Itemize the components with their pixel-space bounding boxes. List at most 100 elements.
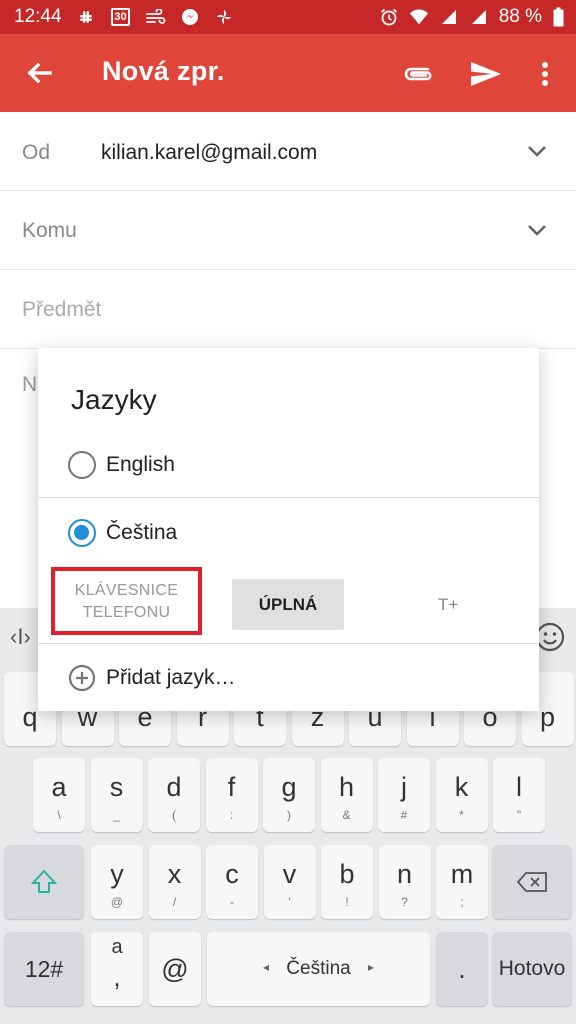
key-x[interactable]: x /	[148, 845, 201, 919]
wind-icon	[145, 7, 166, 27]
send-icon[interactable]	[466, 54, 506, 94]
key-d[interactable]: d(	[148, 758, 200, 832]
add-language-button[interactable]: Přidat jazyk…	[68, 664, 236, 692]
key-s-label: s	[109, 772, 124, 802]
key-k-secondary-label: *	[459, 808, 464, 822]
battery-icon	[552, 7, 564, 27]
key-x-label: x	[167, 859, 182, 889]
key-b-secondary-label: !	[345, 895, 349, 909]
done-key-label: Hotovo	[498, 957, 566, 980]
battery-level: 88 %	[498, 6, 542, 27]
back-arrow-icon[interactable]	[20, 53, 60, 93]
status-bar-left: 12:44 30	[14, 0, 234, 34]
at-key[interactable]: @	[149, 932, 201, 1006]
key-f[interactable]: f:	[205, 758, 258, 832]
key-n[interactable]: n?	[378, 845, 431, 919]
chevron-down-icon[interactable]	[522, 215, 552, 245]
to-field[interactable]: Komu	[22, 219, 77, 243]
from-label: Od	[22, 141, 51, 164]
key-h-label: h	[338, 772, 355, 802]
subject-row[interactable]: Předmět	[0, 270, 576, 349]
divider	[38, 497, 539, 498]
key-j[interactable]: j #	[378, 758, 430, 832]
key-v[interactable]: v '	[263, 845, 316, 919]
to-row[interactable]: Komu	[0, 191, 576, 270]
backspace-key[interactable]	[492, 845, 572, 919]
key-a-secondary-label: \	[57, 808, 61, 822]
key-x-secondary-label: /	[172, 895, 177, 909]
from-row[interactable]: Od kilian.karel@gmail.com	[0, 112, 576, 191]
key-k[interactable]: k *	[435, 758, 488, 832]
comma-key-label: a	[111, 936, 123, 958]
body-field[interactable]: N	[22, 373, 37, 397]
done-key[interactable]: Hotovo	[492, 932, 572, 1006]
dialog-title: Jazyky	[71, 384, 157, 415]
pinwheel-icon	[214, 7, 234, 27]
signal-icon	[439, 7, 459, 27]
key-g-label: g	[281, 772, 297, 802]
slack-icon	[76, 7, 96, 27]
key-n-secondary-label: ?	[401, 895, 408, 909]
clock: 12:44	[14, 6, 62, 27]
period-key-label: .	[458, 954, 466, 984]
key-d-label: d	[166, 772, 182, 802]
status-bar-right: 88 %	[379, 0, 564, 34]
full-keyboard-button[interactable]: ÚPLNÁ	[232, 579, 344, 630]
from-value[interactable]: kilian.karel@gmail.com	[101, 141, 317, 165]
language-option-english[interactable]: English	[68, 451, 175, 479]
period-key[interactable]: .	[436, 932, 488, 1006]
key-y-secondary-label: @	[110, 895, 124, 909]
key-n-label: n	[396, 859, 413, 889]
symbols-key[interactable]: 12#	[4, 932, 84, 1006]
add-circle-icon	[68, 664, 96, 692]
paperclip-icon[interactable]	[398, 54, 438, 94]
key-b[interactable]: b!	[321, 845, 373, 919]
status-bar: 12:44 30 88 %	[0, 0, 576, 34]
shift-key[interactable]	[4, 845, 84, 919]
wifi-icon	[409, 7, 429, 27]
key-v-label: v	[282, 859, 297, 889]
key-l[interactable]: l "	[493, 758, 545, 832]
key-m-secondary-label: ;	[460, 895, 464, 909]
key-y-label: y	[110, 859, 124, 889]
comma-key[interactable]: a,	[91, 932, 143, 1006]
text-cursor-icon[interactable]: ‹I›	[10, 624, 31, 650]
phone-keyboard-label-line1: KLÁVESNICE	[74, 582, 179, 599]
radio-checked-icon[interactable]	[68, 519, 96, 547]
key-m[interactable]: m;	[436, 845, 488, 919]
key-l-secondary-label: "	[516, 808, 522, 822]
chevron-down-icon[interactable]	[522, 136, 552, 166]
calendar-icon: 30	[110, 7, 132, 27]
calendar-day: 30	[111, 8, 130, 26]
alarm-icon	[379, 7, 399, 27]
page-title: Nová zpr.	[102, 56, 225, 86]
key-y[interactable]: y @	[91, 845, 143, 919]
key-s[interactable]: s _	[90, 758, 143, 832]
messenger-icon	[180, 7, 200, 27]
signal-icon-2	[469, 7, 489, 27]
key-d-secondary-label: (	[172, 808, 176, 822]
more-vert-icon[interactable]	[528, 54, 562, 94]
text-size-button[interactable]: T+	[438, 595, 458, 615]
key-f-secondary-label: :	[229, 808, 234, 822]
radio-unchecked-icon[interactable]	[68, 451, 96, 479]
language-label: English	[106, 453, 175, 476]
add-language-label: Přidat jazyk…	[106, 666, 236, 689]
divider	[38, 643, 539, 644]
key-c[interactable]: c-	[206, 845, 258, 919]
key-s-secondary-label: _	[113, 808, 120, 822]
space-key[interactable]: Čeština ◂ ▸	[207, 932, 430, 1006]
comma-key-secondary-label: ,	[113, 962, 121, 992]
key-h[interactable]: h &	[320, 758, 373, 832]
at-key-label: @	[161, 954, 189, 984]
symbols-key-label: 12#	[24, 956, 64, 982]
subject-field[interactable]: Předmět	[22, 298, 101, 322]
arrow-right-icon: ▸	[367, 960, 374, 974]
language-option-cestina[interactable]: Čeština	[68, 519, 177, 547]
key-f-label: f	[227, 772, 236, 802]
phone-keyboard-label-line2: TELEFONU	[82, 604, 171, 621]
key-g[interactable]: g)	[263, 758, 315, 832]
key-a[interactable]: a \	[33, 758, 85, 832]
key-c-secondary-label: -	[230, 895, 234, 909]
phone-keyboard-button[interactable]: KLÁVESNICE TELEFONU	[51, 567, 202, 635]
